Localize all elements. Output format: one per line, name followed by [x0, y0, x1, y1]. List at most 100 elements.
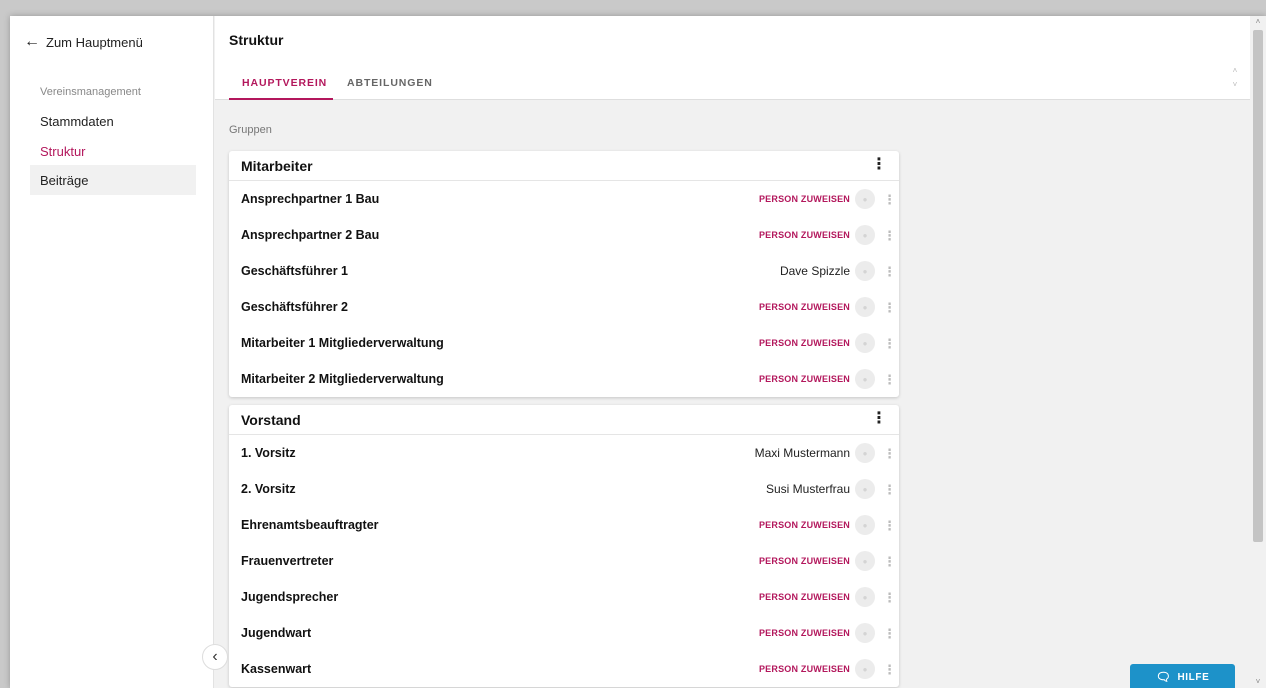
tab-abteilungen[interactable]: ABTEILUNGEN — [347, 68, 437, 100]
avatar[interactable]: ● — [855, 443, 875, 463]
group-row: Mitarbeiter 1 Mitgliederverwaltung PERSO… — [229, 325, 899, 361]
sidebar-item-stammdaten[interactable]: Stammdaten — [30, 106, 196, 136]
scroll-up-icon[interactable]: ˄ — [1250, 16, 1266, 28]
more-vertical-icon[interactable]: ⋮ — [871, 411, 887, 427]
more-vertical-icon[interactable]: ⋮ — [883, 447, 896, 460]
assign-person-button[interactable]: PERSON ZUWEISEN — [759, 338, 850, 348]
assign-person-button[interactable]: PERSON ZUWEISEN — [759, 556, 850, 566]
group-row: Jugendwart PERSON ZUWEISEN ● ⋮ — [229, 615, 899, 651]
sidebar-item-struktur[interactable]: Struktur — [30, 136, 196, 166]
role-label: Frauenvertreter — [241, 554, 334, 568]
more-vertical-icon[interactable]: ⋮ — [883, 229, 896, 242]
app-window: ← Zum Hauptmenü Vereinsmanagement Stammd… — [10, 16, 1266, 688]
user-icon: ● — [862, 338, 868, 348]
role-label: 1. Vorsitz — [241, 446, 296, 460]
user-icon: ● — [862, 592, 868, 602]
more-vertical-icon[interactable]: ⋮ — [883, 627, 896, 640]
user-icon: ● — [862, 484, 868, 494]
assign-person-button[interactable]: PERSON ZUWEISEN — [759, 374, 850, 384]
group-title: Vorstand — [241, 411, 301, 428]
role-label: Ehrenamtsbeauftragter — [241, 518, 379, 532]
chevron-left-icon: ‹ — [212, 648, 218, 665]
assign-person-button[interactable]: PERSON ZUWEISEN — [759, 194, 850, 204]
group-row: 2. Vorsitz Susi Musterfrau ● ⋮ — [229, 471, 899, 507]
avatar[interactable]: ● — [855, 225, 875, 245]
assign-person-button[interactable]: PERSON ZUWEISEN — [759, 592, 850, 602]
group-row: Geschäftsführer 1 Dave Spizzle ● ⋮ — [229, 253, 899, 289]
sidebar-item-label: Stammdaten — [40, 113, 114, 129]
avatar[interactable]: ● — [855, 333, 875, 353]
more-vertical-icon[interactable]: ⋮ — [883, 519, 896, 532]
assign-person-button[interactable]: PERSON ZUWEISEN — [759, 664, 850, 674]
header-scrollbar[interactable]: ˄ ˅ — [1230, 64, 1240, 98]
sidebar-item-label: Beiträge — [40, 172, 89, 188]
role-label: Geschäftsführer 1 — [241, 264, 348, 278]
more-vertical-icon[interactable]: ⋮ — [871, 157, 887, 173]
sidebar-collapse-button[interactable]: ‹ — [202, 644, 228, 670]
role-label: Mitarbeiter 2 Mitgliederverwaltung — [241, 372, 444, 386]
group-title: Mitarbeiter — [241, 157, 313, 174]
group-row: 1. Vorsitz Maxi Mustermann ● ⋮ — [229, 435, 899, 471]
user-icon: ● — [862, 448, 868, 458]
more-vertical-icon[interactable]: ⋮ — [883, 555, 896, 568]
group-card-vorstand: Vorstand ⋮ 1. Vorsitz Maxi Mustermann ● ⋮ … — [229, 405, 899, 687]
user-icon: ● — [862, 556, 868, 566]
assigned-person[interactable]: Susi Musterfrau — [766, 482, 850, 496]
scroll-down-icon[interactable]: ˅ — [1250, 676, 1266, 688]
user-icon: ● — [862, 628, 868, 638]
avatar[interactable]: ● — [855, 189, 875, 209]
back-to-main-menu-link[interactable]: ← Zum Hauptmenü — [24, 34, 143, 50]
group-card-mitarbeiter: Mitarbeiter ⋮ Ansprechpartner 1 Bau PERS… — [229, 151, 899, 397]
group-card-header: Vorstand ⋮ — [229, 405, 899, 435]
avatar[interactable]: ● — [855, 623, 875, 643]
group-row: Jugendsprecher PERSON ZUWEISEN ● ⋮ — [229, 579, 899, 615]
more-vertical-icon[interactable]: ⋮ — [883, 591, 896, 604]
avatar[interactable]: ● — [855, 261, 875, 281]
user-icon: ● — [862, 302, 868, 312]
more-vertical-icon[interactable]: ⋮ — [883, 265, 896, 278]
more-vertical-icon[interactable]: ⋮ — [883, 483, 896, 496]
assign-person-button[interactable]: PERSON ZUWEISEN — [759, 230, 850, 240]
more-vertical-icon[interactable]: ⋮ — [883, 193, 896, 206]
more-vertical-icon[interactable]: ⋮ — [883, 663, 896, 676]
sidebar-item-beitraege[interactable]: Beiträge — [30, 165, 196, 195]
avatar[interactable]: ● — [855, 479, 875, 499]
page-scrollbar[interactable]: ˄ ˅ — [1250, 16, 1266, 688]
user-icon: ● — [862, 266, 868, 276]
avatar[interactable]: ● — [855, 551, 875, 571]
group-row: Ansprechpartner 1 Bau PERSON ZUWEISEN ● ⋮ — [229, 181, 899, 217]
group-card-header: Mitarbeiter ⋮ — [229, 151, 899, 181]
role-label: Ansprechpartner 1 Bau — [241, 192, 380, 206]
assigned-person[interactable]: Maxi Mustermann — [755, 446, 850, 460]
group-row: Geschäftsführer 2 PERSON ZUWEISEN ● ⋮ — [229, 289, 899, 325]
assign-person-button[interactable]: PERSON ZUWEISEN — [759, 302, 850, 312]
help-button[interactable]: 🗨 HILFE — [1130, 664, 1235, 688]
assigned-person[interactable]: Dave Spizzle — [780, 264, 850, 278]
back-link-label: Zum Hauptmenü — [46, 34, 143, 50]
avatar[interactable]: ● — [855, 515, 875, 535]
avatar[interactable]: ● — [855, 297, 875, 317]
avatar[interactable]: ● — [855, 659, 875, 679]
sidebar: ← Zum Hauptmenü Vereinsmanagement Stammd… — [10, 16, 214, 688]
avatar[interactable]: ● — [855, 369, 875, 389]
scrollbar-thumb[interactable] — [1253, 30, 1263, 542]
more-vertical-icon[interactable]: ⋮ — [883, 301, 896, 314]
role-label: Mitarbeiter 1 Mitgliederverwaltung — [241, 336, 444, 350]
help-button-label: HILFE — [1177, 671, 1210, 683]
page-title: Struktur — [229, 32, 284, 48]
role-label: 2. Vorsitz — [241, 482, 296, 496]
main-header: Struktur HAUPTVEREIN ABTEILUNGEN ˄ ˅ — [215, 16, 1250, 100]
role-label: Kassenwart — [241, 662, 312, 676]
assign-person-button[interactable]: PERSON ZUWEISEN — [759, 628, 850, 638]
chat-bubble-icon: 🗨 — [1155, 670, 1172, 684]
role-label: Geschäftsführer 2 — [241, 300, 348, 314]
group-row: Frauenvertreter PERSON ZUWEISEN ● ⋮ — [229, 543, 899, 579]
avatar[interactable]: ● — [855, 587, 875, 607]
group-row: Kassenwart PERSON ZUWEISEN ● ⋮ — [229, 651, 899, 687]
sidebar-item-label: Struktur — [40, 143, 86, 159]
tab-hauptverein[interactable]: HAUPTVEREIN — [229, 68, 333, 100]
assign-person-button[interactable]: PERSON ZUWEISEN — [759, 520, 850, 530]
sidebar-section-label: Vereinsmanagement — [40, 86, 141, 98]
more-vertical-icon[interactable]: ⋮ — [883, 373, 896, 386]
more-vertical-icon[interactable]: ⋮ — [883, 337, 896, 350]
